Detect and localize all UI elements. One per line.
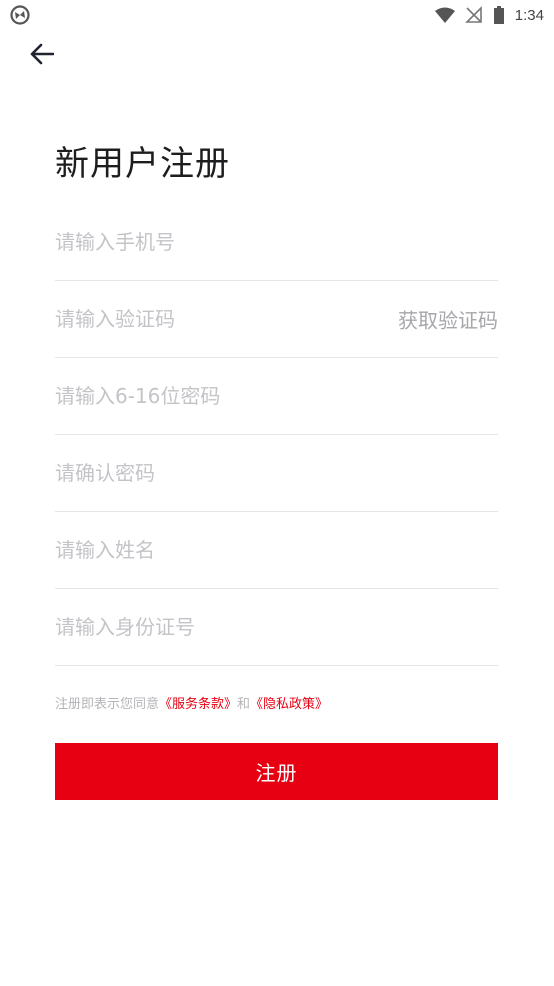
confirm-password-field	[55, 435, 498, 512]
back-button[interactable]	[22, 38, 62, 74]
name-field	[55, 512, 498, 589]
terms-link[interactable]: 《服务条款》	[159, 697, 237, 712]
page-title: 新用户注册	[55, 144, 230, 184]
get-code-button[interactable]: 获取验证码	[398, 305, 498, 334]
status-left	[10, 5, 30, 25]
agreement-text: 注册即表示您同意《服务条款》和《隐私政策》	[55, 693, 328, 712]
signal-off-icon	[464, 6, 483, 24]
password-input[interactable]	[55, 376, 498, 416]
status-time: 1:34	[514, 6, 544, 24]
status-right: 1:34	[434, 6, 544, 24]
arrow-left-icon	[30, 43, 55, 69]
password-field	[55, 358, 498, 435]
name-input[interactable]	[55, 530, 498, 570]
id-number-field	[55, 589, 498, 666]
register-screen: 1:34 新用户注册 获取验证码 注册即表示您同意《	[0, 0, 554, 986]
confirm-password-input[interactable]	[55, 453, 498, 493]
privacy-link[interactable]: 《隐私政策》	[250, 697, 328, 712]
code-field: 获取验证码	[55, 281, 498, 358]
phone-field	[55, 204, 498, 281]
register-button[interactable]: 注册	[55, 743, 498, 800]
app-logo-icon	[10, 5, 30, 25]
agreement-conjunction: 和	[237, 697, 251, 712]
agreement-prefix: 注册即表示您同意	[55, 697, 160, 712]
wifi-icon	[434, 7, 455, 23]
id-number-input[interactable]	[55, 607, 498, 647]
phone-input[interactable]	[55, 222, 498, 262]
battery-icon	[493, 6, 505, 24]
status-bar: 1:34	[0, 0, 554, 30]
register-form: 获取验证码	[55, 204, 498, 666]
